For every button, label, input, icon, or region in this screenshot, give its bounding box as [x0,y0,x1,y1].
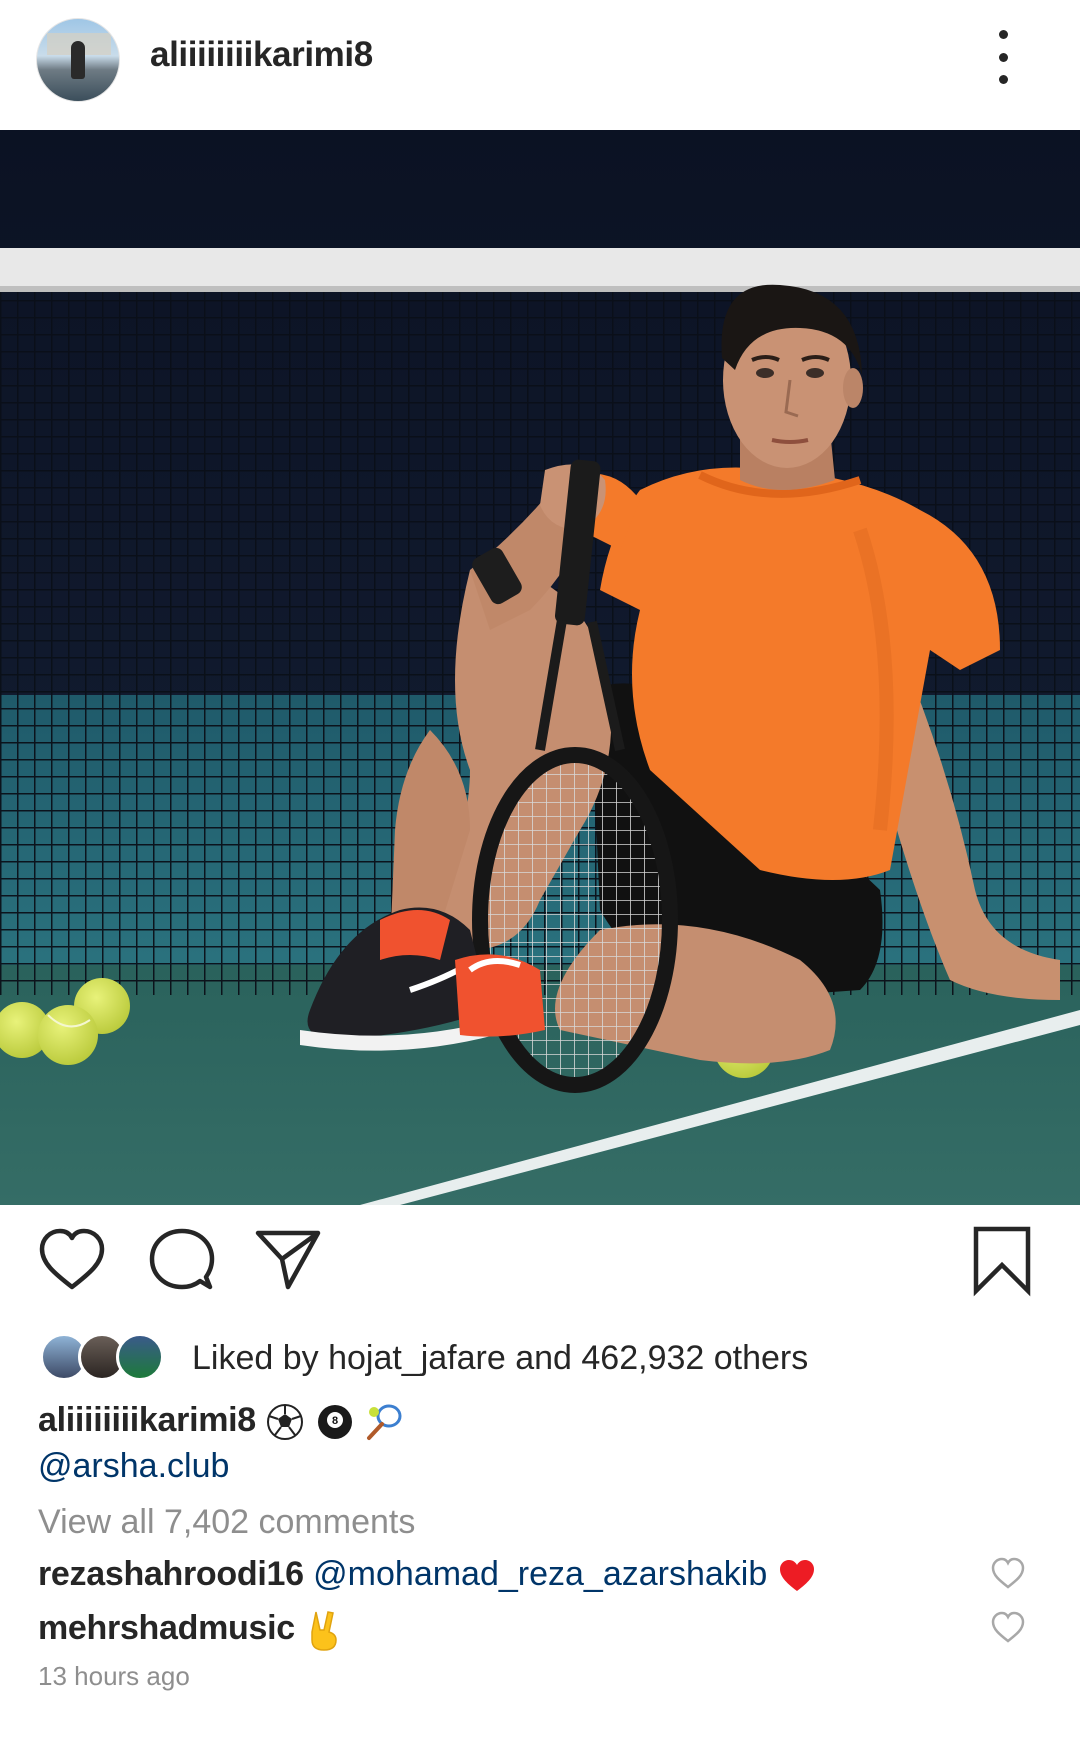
avatar-figure [71,41,85,79]
author-username[interactable]: aliiiiiiiikarimi8 [150,30,373,80]
instagram-post: aliiiiiiiikarimi8 Liked by hojat_jafare … [0,0,1080,1756]
post-photo[interactable] [0,130,1080,1205]
soccer-ball-icon [267,1404,304,1441]
comment-username[interactable]: rezashahroodi16 [38,1555,304,1593]
heart-icon[interactable] [36,1225,108,1297]
tennis-racket-icon [367,1404,402,1441]
comment-like-heart-icon[interactable] [990,1556,1026,1592]
post-timestamp: 13 hours ago [38,1661,190,1691]
post-header: aliiiiiiiikarimi8 [0,0,1080,130]
comment-like-heart-icon[interactable] [990,1610,1026,1646]
red-heart-icon [779,1560,814,1592]
likes-summary[interactable]: Liked by hojat_jafare and 462,932 others [40,1330,1040,1386]
victory-hand-icon [311,1611,338,1651]
action-bar [0,1225,1080,1315]
view-all-comments-link[interactable]: View all 7,402 comments [38,1494,415,1550]
caption-mention[interactable]: @arsha.club [38,1438,229,1494]
liker-avatar [116,1333,164,1381]
caption-emojis: 8 [265,1401,404,1441]
caption-username[interactable]: aliiiiiiiikarimi8 [38,1401,256,1439]
comment-username[interactable]: mehrshadmusic [38,1609,295,1647]
more-vertical-icon[interactable] [988,30,1018,84]
billiard-ball-icon: 8 [317,1405,352,1440]
bookmark-icon[interactable] [966,1225,1038,1297]
paper-plane-icon[interactable] [252,1225,324,1297]
comment-row: mehrshadmusic [38,1600,344,1656]
post-photo-illustration [0,130,1080,1205]
comment-mention[interactable]: @mohamad_reza_azarshakib [313,1555,767,1593]
likes-text: Liked by hojat_jafare and 462,932 others [192,1339,809,1377]
comment-row: rezashahroodi16 @mohamad_reza_azarshakib [38,1546,817,1602]
author-avatar[interactable] [36,18,120,102]
comment-bubble-icon[interactable] [146,1225,218,1297]
svg-text:8: 8 [332,1415,338,1427]
